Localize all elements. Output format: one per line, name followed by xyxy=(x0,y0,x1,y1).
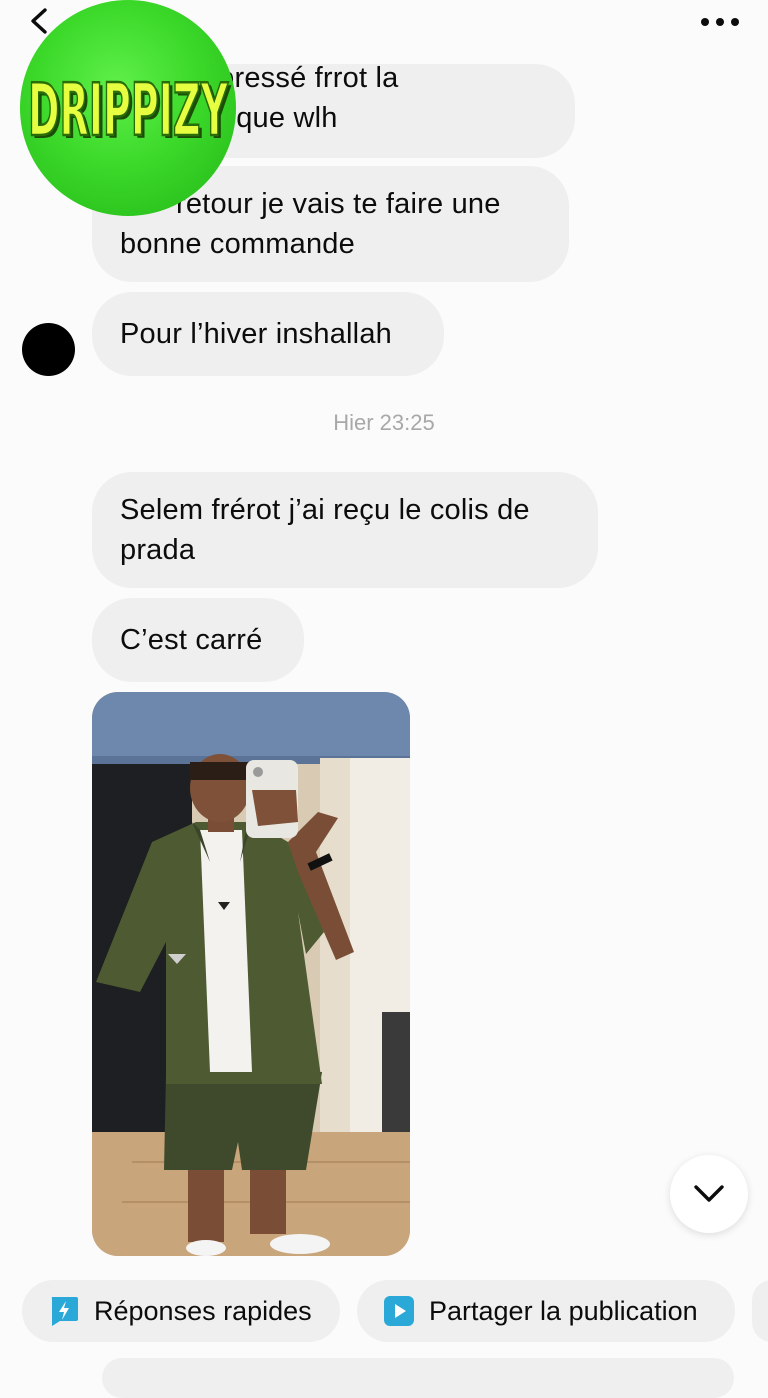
message-composer[interactable] xyxy=(102,1358,734,1398)
message-bubble: Selem frérot j’ai reçu le colis de prada xyxy=(92,472,598,588)
message-text: C’est carré xyxy=(120,624,263,656)
svg-text:DRIPPIZY: DRIPPIZY xyxy=(28,69,229,153)
message-text: Selem frérot j’ai reçu le colis de xyxy=(120,494,530,526)
more-chip[interactable] xyxy=(752,1280,768,1342)
message-bubble: C’est carré xyxy=(92,598,304,682)
message-bubble: Pour l’hiver inshallah xyxy=(92,292,444,376)
play-square-icon xyxy=(384,1296,414,1326)
chevron-down-icon xyxy=(694,1185,724,1202)
lightning-bubble-icon xyxy=(51,1297,78,1326)
scroll-down-button[interactable] xyxy=(670,1155,748,1233)
mirror-selfie-photo xyxy=(92,692,410,1256)
message-text: bonne commande xyxy=(120,228,355,260)
drippizy-logo: DRIPPIZY DRIPPIZY xyxy=(20,0,236,216)
photo-message[interactable] xyxy=(92,692,410,1256)
share-post-button[interactable]: Partager la publication xyxy=(357,1280,735,1342)
more-dots-icon[interactable] xyxy=(700,10,740,34)
quick-replies-label: Réponses rapides xyxy=(94,1296,312,1326)
avatar[interactable] xyxy=(22,323,75,376)
message-text: prada xyxy=(120,534,196,566)
share-post-label: Partager la publication xyxy=(429,1296,698,1326)
quick-replies-button[interactable]: Réponses rapides xyxy=(22,1280,340,1342)
message-text: Pour l’hiver inshallah xyxy=(120,318,392,350)
timestamp: Hier 23:25 xyxy=(333,410,435,435)
